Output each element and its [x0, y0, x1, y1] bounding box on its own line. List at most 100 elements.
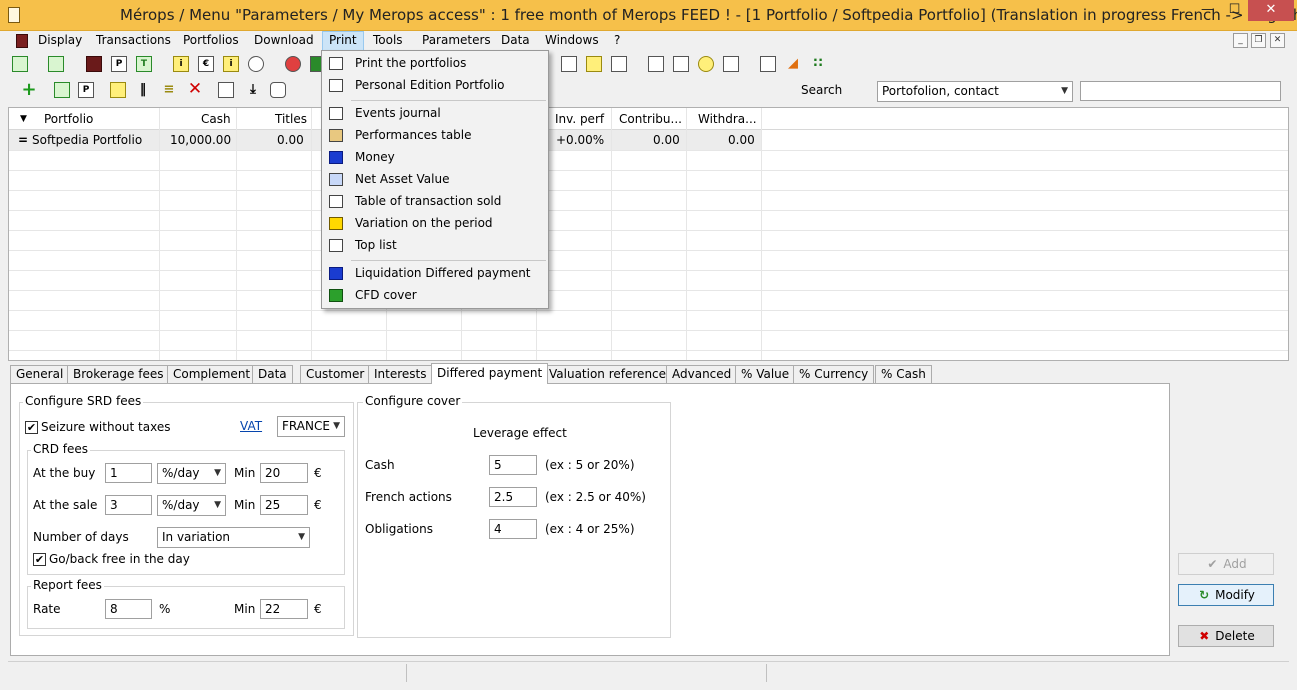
search-scope-select[interactable]: Portofolion, contact ▼: [877, 81, 1073, 102]
add-icon[interactable]: +: [21, 81, 37, 99]
col-titles[interactable]: Titles: [275, 108, 307, 130]
menu-item-top-list[interactable]: Top list: [322, 235, 548, 257]
cell-cash[interactable]: 10,000.00: [170, 130, 231, 150]
list-icon[interactable]: ≡: [161, 82, 177, 98]
modify-button[interactable]: ↻ Modify: [1178, 584, 1274, 606]
cell-withdrawals[interactable]: 0.00: [728, 130, 755, 150]
info-icon[interactable]: i: [173, 56, 189, 72]
checklist-icon[interactable]: [673, 56, 689, 72]
menu-item-transactions-sold[interactable]: Table of transaction sold: [322, 191, 548, 213]
tag-add-icon[interactable]: [54, 82, 70, 98]
col-contributions[interactable]: Contribu...: [619, 108, 682, 130]
tag-icon[interactable]: [12, 56, 28, 72]
menu-download[interactable]: Download: [248, 31, 320, 51]
sale-rate-input[interactable]: 3: [105, 495, 152, 515]
menu-display[interactable]: Display: [32, 31, 88, 51]
cell-titles[interactable]: 0.00: [277, 130, 304, 150]
country-select[interactable]: FRANCE ▼: [277, 416, 345, 437]
menu-portfolios[interactable]: Portfolios: [177, 31, 245, 51]
delete-button[interactable]: ✖ Delete: [1178, 625, 1274, 647]
buy-unit-select[interactable]: %/day ▼: [157, 463, 226, 484]
tab-valuation-reference[interactable]: Valuation reference: [543, 365, 673, 383]
grid-icon[interactable]: ∷: [810, 56, 826, 72]
days-select[interactable]: In variation ▼: [157, 527, 310, 548]
portfolio-p-icon[interactable]: P: [111, 56, 127, 72]
col-cash[interactable]: Cash: [201, 108, 231, 130]
clock-icon[interactable]: [248, 56, 264, 72]
tab-advanced[interactable]: Advanced: [666, 365, 738, 383]
document-f-icon[interactable]: [760, 56, 776, 72]
cover-french-input[interactable]: 2.5: [489, 487, 537, 507]
col-inv-perf[interactable]: Inv. perf: [555, 108, 604, 130]
menu-item-performances-table[interactable]: Performances table: [322, 125, 548, 147]
search-input[interactable]: [1080, 81, 1281, 101]
tab-data[interactable]: Data: [252, 365, 293, 383]
euro-icon[interactable]: €: [198, 56, 214, 72]
document-icon[interactable]: [16, 34, 28, 48]
menu-item-variation-period[interactable]: Variation on the period: [322, 213, 548, 235]
tab-interests[interactable]: Interests: [368, 365, 433, 383]
sheet-icon[interactable]: [218, 82, 234, 98]
calculator-icon[interactable]: [648, 56, 664, 72]
menu-item-net-asset-value[interactable]: Net Asset Value: [322, 169, 548, 191]
tab-percent-currency[interactable]: % Currency: [793, 365, 875, 383]
paperclip-icon[interactable]: ‖: [135, 82, 151, 98]
info-alt-icon[interactable]: i: [223, 56, 239, 72]
tab-complement[interactable]: Complement: [167, 365, 257, 383]
sort-icon[interactable]: ⤓: [245, 82, 261, 98]
image-icon[interactable]: [561, 56, 577, 72]
podium-icon[interactable]: [611, 56, 627, 72]
menu-transactions[interactable]: Transactions: [90, 31, 177, 51]
rate-input[interactable]: 8: [105, 599, 152, 619]
maximize-button[interactable]: ☐: [1221, 0, 1248, 21]
seizure-checkbox[interactable]: ✔: [25, 421, 38, 434]
menu-item-liquidation[interactable]: Liquidation Differed payment: [322, 263, 548, 285]
cover-oblig-input[interactable]: 4: [489, 519, 537, 539]
menu-windows[interactable]: Windows: [539, 31, 605, 51]
pie-chart-icon[interactable]: [285, 56, 301, 72]
cover-cash-input[interactable]: 5: [489, 455, 537, 475]
app-icon[interactable]: [8, 7, 20, 23]
menu-item-money[interactable]: Money: [322, 147, 548, 169]
tab-brokerage-fees[interactable]: Brokerage fees: [67, 365, 170, 383]
menu-item-cfd-cover[interactable]: CFD cover: [322, 285, 548, 307]
tab-percent-cash[interactable]: % Cash: [875, 365, 932, 383]
cell-portfolio[interactable]: Softpedia Portfolio: [32, 130, 142, 150]
sale-unit-select[interactable]: %/day ▼: [157, 495, 226, 516]
buy-min-input[interactable]: 20: [260, 463, 308, 483]
cell-inv-perf[interactable]: +0.00%: [556, 130, 604, 150]
cell-contributions[interactable]: 0.00: [653, 130, 680, 150]
buy-rate-input[interactable]: 1: [105, 463, 152, 483]
col-withdrawals[interactable]: Withdra...: [698, 108, 757, 130]
rss-icon[interactable]: ◢: [785, 56, 801, 72]
rate-min-input[interactable]: 22: [260, 599, 308, 619]
ruler-icon[interactable]: [586, 56, 602, 72]
minimize-button[interactable]: —: [1194, 0, 1221, 21]
menu-item-print-portfolios[interactable]: Print the portfolios: [322, 53, 548, 75]
goback-checkbox[interactable]: ✔: [33, 553, 46, 566]
tab-differed-payment[interactable]: Differed payment: [431, 363, 549, 384]
add-button[interactable]: ✔ Add: [1178, 553, 1274, 575]
book-icon[interactable]: [86, 56, 102, 72]
tab-customer[interactable]: Customer: [300, 365, 371, 383]
sale-min-input[interactable]: 25: [260, 495, 308, 515]
export-icon[interactable]: [48, 56, 64, 72]
notes-icon[interactable]: [723, 56, 739, 72]
delete-icon[interactable]: ✕: [187, 81, 203, 98]
vat-link[interactable]: VAT: [240, 419, 262, 433]
menu-parameters[interactable]: Parameters: [416, 31, 497, 51]
sort-arrow-icon[interactable]: ▼: [20, 108, 27, 130]
menu-data[interactable]: Data: [495, 31, 536, 51]
titles-t-icon[interactable]: T: [136, 56, 152, 72]
mdi-minimize-button[interactable]: _: [1233, 33, 1248, 48]
col-portfolio[interactable]: Portfolio: [44, 108, 93, 130]
eraser-icon[interactable]: [270, 82, 286, 98]
close-button[interactable]: ✕: [1248, 0, 1294, 21]
alert-icon[interactable]: [698, 56, 714, 72]
mdi-close-button[interactable]: ✕: [1270, 33, 1285, 48]
menu-item-events-journal[interactable]: Events journal: [322, 103, 548, 125]
portfolio-p-small-icon[interactable]: P: [78, 82, 94, 98]
menu-help[interactable]: ?: [608, 31, 626, 51]
menu-print[interactable]: Print: [322, 31, 364, 51]
menu-item-personal-edition[interactable]: Personal Edition Portfolio: [322, 75, 548, 97]
